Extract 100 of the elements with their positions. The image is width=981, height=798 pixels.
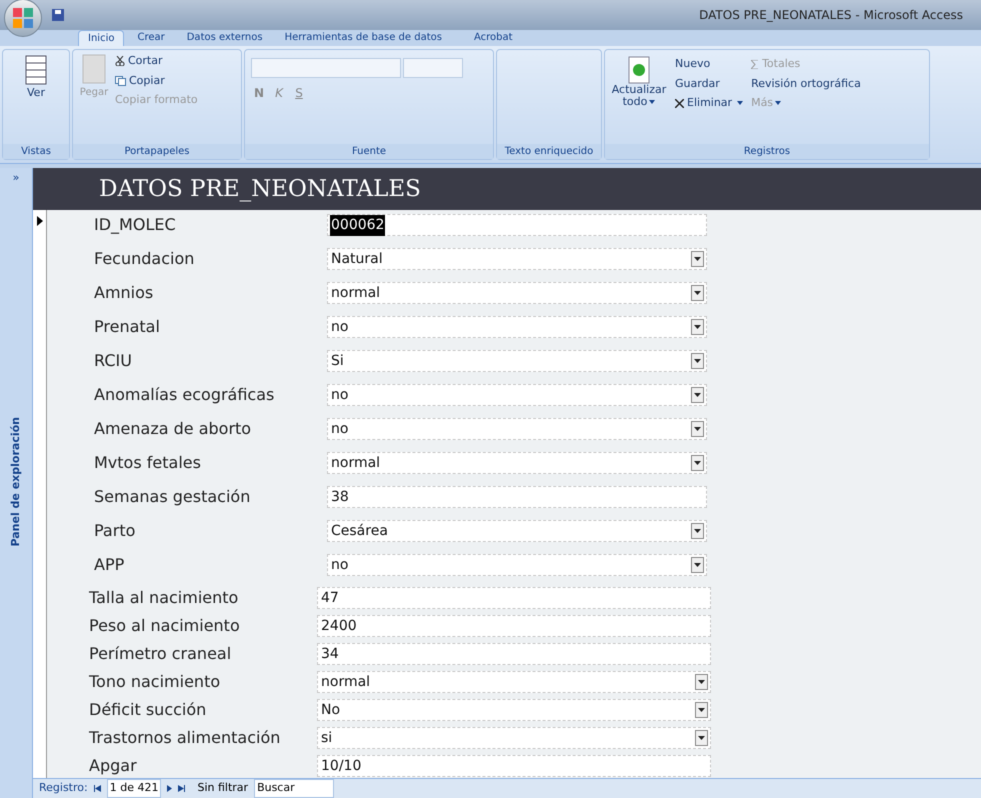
- first-icon: [94, 785, 101, 792]
- office-button[interactable]: [4, 0, 42, 37]
- current-record-icon: [36, 216, 42, 226]
- input-field[interactable]: 34: [317, 643, 711, 665]
- field-value: No: [320, 700, 342, 720]
- field-label: Fecundacion: [94, 248, 196, 270]
- ribbon-tab[interactable]: Inicio: [78, 30, 124, 46]
- delete-icon: [675, 98, 684, 108]
- navigation-pane-label: Panel de exploración: [8, 416, 23, 546]
- field-label: RCIU: [94, 350, 133, 372]
- field-value: no: [330, 318, 350, 336]
- copy-button[interactable]: Copiar: [115, 72, 198, 89]
- cut-button[interactable]: Cortar: [115, 53, 198, 70]
- field-value: no: [330, 420, 350, 438]
- refresh-all-button[interactable]: Actualizar todo: [611, 84, 667, 108]
- combo-box[interactable]: normal: [317, 671, 711, 693]
- field-value: 10/10: [320, 756, 362, 776]
- field-label: Prenatal: [94, 316, 161, 338]
- field-label: Trastornos alimentación: [89, 727, 282, 749]
- filter-button[interactable]: Sin filtrar: [197, 780, 248, 797]
- combo-box[interactable]: no: [327, 554, 707, 576]
- new-button[interactable]: Nuevo: [675, 56, 744, 72]
- field-label: Parto: [94, 520, 136, 542]
- field-label: ID_MOLEC: [94, 214, 177, 236]
- combo-box[interactable]: si: [317, 727, 711, 749]
- field-value: Si: [330, 352, 345, 370]
- table-icon: [25, 55, 47, 85]
- input-field[interactable]: 38: [327, 486, 707, 508]
- search-field[interactable]: Buscar: [254, 779, 334, 798]
- input-field[interactable]: 000062: [327, 214, 707, 236]
- next-icon: [167, 785, 172, 792]
- next-record-button[interactable]: [167, 785, 172, 792]
- group-label: Vistas: [3, 144, 69, 159]
- scissors-icon: [115, 56, 125, 66]
- input-field[interactable]: 47: [317, 587, 711, 609]
- view-button[interactable]: Ver: [27, 85, 45, 102]
- input-field[interactable]: 2400: [317, 615, 711, 637]
- combo-box[interactable]: no: [327, 418, 707, 440]
- clipboard-icon: [81, 53, 107, 85]
- group-label: Portapapeles: [73, 144, 241, 159]
- last-record-button[interactable]: [178, 785, 186, 792]
- field-label: Tono nacimiento: [89, 671, 222, 693]
- form-title: DATOS PRE_NEONATALES: [99, 174, 421, 204]
- refresh-icon: [628, 56, 650, 84]
- ribbon-tab[interactable]: Herramientas de base de datos: [276, 30, 451, 46]
- field-value: si: [320, 728, 334, 748]
- field-value: 34: [320, 644, 340, 664]
- field-label: Mvtos fetales: [94, 452, 202, 474]
- expand-button[interactable]: »: [12, 170, 20, 186]
- combo-box[interactable]: Si: [327, 350, 707, 372]
- combo-box[interactable]: Cesárea: [327, 520, 707, 542]
- record-position-field[interactable]: 1 de 421: [106, 779, 162, 798]
- group-label: Texto enriquecido: [497, 144, 601, 159]
- field-label: Perímetro craneal: [89, 643, 232, 665]
- group-label: Registros: [605, 144, 929, 159]
- caret-icon: [775, 100, 782, 105]
- spelling-button[interactable]: Revisión ortográfica: [751, 76, 861, 92]
- combo-box[interactable]: normal: [327, 452, 707, 474]
- field-label: Anomalías ecográficas: [94, 384, 276, 406]
- logo-icon: [13, 8, 33, 28]
- field-value: normal: [320, 672, 372, 692]
- combo-box[interactable]: Natural: [327, 248, 707, 270]
- ribbon-tab[interactable]: Crear: [128, 30, 174, 46]
- field-value: 38: [330, 488, 350, 506]
- field-value: 2400: [320, 616, 358, 636]
- field-label: Peso al nacimiento: [89, 615, 241, 637]
- group-label: Fuente: [245, 144, 493, 159]
- font-size-field[interactable]: [403, 58, 463, 78]
- field-value: Cesárea: [330, 522, 389, 540]
- font-name-field[interactable]: [251, 58, 401, 78]
- field-value: Natural: [330, 250, 384, 268]
- combo-box[interactable]: no: [327, 316, 707, 338]
- field-label: Déficit succión: [89, 699, 208, 721]
- field-value: 000062: [330, 214, 386, 236]
- combo-box[interactable]: no: [327, 384, 707, 406]
- save-button[interactable]: Guardar: [675, 76, 744, 92]
- window-title: DATOS PRE_NEONATALES - Microsoft Access: [699, 7, 963, 24]
- field-label: Talla al nacimiento: [89, 587, 240, 609]
- copy-icon: [115, 76, 126, 86]
- field-label: APP: [94, 554, 126, 576]
- combo-box[interactable]: No: [317, 699, 711, 721]
- field-value: normal: [330, 454, 382, 472]
- input-field[interactable]: 10/10: [317, 755, 711, 777]
- field-value: 47: [320, 588, 340, 608]
- save-icon[interactable]: [52, 9, 64, 21]
- field-value: normal: [330, 284, 382, 302]
- sum-icon: [751, 60, 760, 69]
- last-icon: [178, 785, 186, 792]
- combo-box[interactable]: normal: [327, 282, 707, 304]
- ribbon-tab[interactable]: Datos externos: [178, 30, 272, 46]
- first-record-button[interactable]: [94, 785, 101, 792]
- delete-button[interactable]: Eliminar: [675, 95, 744, 112]
- field-value: no: [330, 386, 350, 404]
- ribbon-tab[interactable]: Acrobat: [464, 30, 522, 46]
- field-label: Amenaza de aborto: [94, 418, 252, 440]
- field-label: Semanas gestación: [94, 486, 252, 508]
- caret-icon: [649, 100, 656, 104]
- field-value: no: [330, 556, 350, 574]
- caret-icon: [737, 101, 744, 106]
- field-label: Apgar: [89, 755, 138, 777]
